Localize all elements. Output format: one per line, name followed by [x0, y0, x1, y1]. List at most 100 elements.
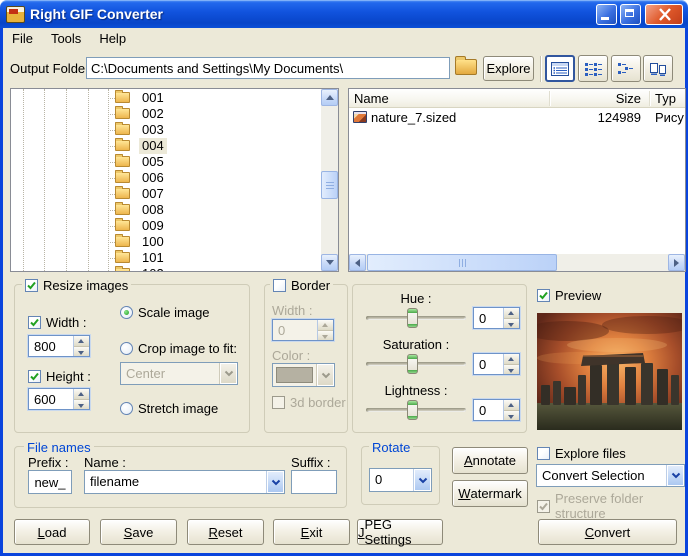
file-size: 124989	[551, 110, 641, 125]
annotate-button[interactable]: Annotate	[452, 447, 528, 474]
menu-help[interactable]: Help	[90, 29, 135, 48]
maximize-icon	[625, 9, 634, 17]
tree-item[interactable]: 008	[11, 202, 321, 218]
name-combo[interactable]: filename	[84, 470, 285, 494]
chevron-down-icon[interactable]	[316, 364, 334, 386]
preview-checkbox[interactable]: Preview	[537, 288, 601, 303]
chevron-down-icon[interactable]	[413, 469, 431, 491]
saturation-slider-thumb[interactable]	[407, 354, 418, 374]
lightness-slider-thumb[interactable]	[407, 400, 418, 420]
tree-item[interactable]: 002	[11, 106, 321, 122]
tree-item[interactable]: 102	[11, 266, 321, 272]
tree-item[interactable]: 003	[11, 122, 321, 138]
minimize-button[interactable]	[596, 4, 617, 25]
border-color-picker[interactable]	[272, 363, 335, 387]
menu-tools[interactable]: Tools	[42, 29, 90, 48]
tree-item[interactable]: 007	[11, 186, 321, 202]
spin-down-button[interactable]	[504, 365, 519, 375]
close-button[interactable]	[645, 4, 683, 25]
reset-button[interactable]: Reset	[187, 519, 264, 545]
convert-mode-combo[interactable]: Convert Selection	[536, 464, 685, 487]
column-header-size[interactable]: Size	[551, 91, 641, 106]
tree-scroll-down-button[interactable]	[321, 254, 338, 271]
view-details-button[interactable]	[545, 55, 575, 82]
convert-button[interactable]: Convert	[538, 519, 677, 545]
border-checkbox[interactable]: Border	[270, 278, 333, 293]
list-scroll-left-button[interactable]	[349, 254, 366, 271]
file-row[interactable]: nature_7.sized 124989 Рису	[349, 108, 685, 126]
width-checkbox[interactable]: Width :	[28, 315, 86, 330]
folder-icon	[115, 140, 130, 151]
menu-file[interactable]: File	[3, 29, 42, 48]
view-list-button[interactable]	[611, 55, 641, 82]
crop-position-combo[interactable]: Center	[120, 362, 238, 385]
prefix-input[interactable]	[28, 470, 72, 494]
spin-up-button[interactable]	[504, 308, 519, 319]
explore-files-checkbox[interactable]: Explore files	[537, 446, 626, 461]
resize-images-checkbox[interactable]: Resize images	[22, 278, 131, 293]
jpeg-settings-button[interactable]: JPEG Settings	[357, 519, 443, 545]
chevron-down-icon[interactable]	[266, 471, 284, 493]
spin-down-button[interactable]	[504, 411, 519, 421]
titlebar[interactable]: Right GIF Converter	[0, 0, 688, 28]
folder-icon	[115, 268, 130, 272]
tree-scroll-thumb[interactable]	[321, 171, 338, 199]
border-width-input[interactable]	[273, 320, 317, 340]
rotate-combo[interactable]: 0	[369, 468, 432, 492]
watermark-button[interactable]: Watermark	[452, 480, 528, 507]
checkbox-unchecked-icon	[537, 447, 550, 460]
load-button[interactable]: Load	[14, 519, 90, 545]
spin-down-button[interactable]	[504, 319, 519, 329]
folder-icon	[115, 220, 130, 231]
chevron-down-icon[interactable]	[666, 465, 684, 486]
scale-image-radio[interactable]: Scale image	[120, 305, 210, 320]
list-scroll-thumb[interactable]	[367, 254, 557, 271]
explore-button[interactable]: Explore	[483, 56, 534, 81]
spin-up-button[interactable]	[74, 389, 89, 400]
spin-up-button[interactable]	[504, 400, 519, 411]
spin-down-button[interactable]	[74, 347, 89, 357]
folder-icon	[115, 108, 130, 119]
width-input[interactable]	[29, 336, 73, 356]
tree-item[interactable]: 101	[11, 250, 321, 266]
chevron-down-icon[interactable]	[219, 363, 237, 384]
details-view-icon	[550, 61, 570, 77]
height-checkbox[interactable]: Height :	[28, 369, 91, 384]
saturation-input[interactable]	[474, 354, 503, 374]
hue-input[interactable]	[474, 308, 503, 328]
output-folder-input[interactable]	[86, 57, 450, 79]
hue-slider-thumb[interactable]	[407, 308, 418, 328]
tree-item-selected[interactable]: 004	[11, 138, 321, 154]
tree-item[interactable]: 005	[11, 154, 321, 170]
suffix-input[interactable]	[291, 470, 337, 494]
lightness-input[interactable]	[474, 400, 503, 420]
saturation-spinner	[473, 353, 520, 375]
save-button[interactable]: Save	[100, 519, 177, 545]
spin-up-button[interactable]	[504, 354, 519, 365]
tree-item[interactable]: 006	[11, 170, 321, 186]
exit-button[interactable]: Exit	[273, 519, 350, 545]
folder-icon	[115, 236, 130, 247]
name-label: Name :	[84, 455, 126, 470]
stretch-image-radio[interactable]: Stretch image	[120, 401, 218, 416]
border-3d-checkbox[interactable]: 3d border	[272, 395, 346, 410]
crop-image-radio[interactable]: Crop image to fit:	[120, 341, 237, 356]
list-scroll-right-button[interactable]	[668, 254, 685, 271]
tree-item[interactable]: 100	[11, 234, 321, 250]
column-header-name[interactable]: Name	[354, 91, 389, 106]
spin-down-button[interactable]	[74, 400, 89, 410]
spin-up-button[interactable]	[318, 320, 333, 331]
spin-up-button[interactable]	[74, 336, 89, 347]
spin-down-button[interactable]	[318, 331, 333, 341]
column-header-type[interactable]: Typ	[655, 91, 676, 106]
browse-folder-button[interactable]	[455, 59, 477, 75]
height-input[interactable]	[29, 389, 73, 409]
suffix-label: Suffix :	[291, 455, 331, 470]
view-report-button[interactable]	[578, 55, 608, 82]
preserve-folder-structure-checkbox[interactable]: Preserve folder structure	[537, 491, 688, 521]
tree-item[interactable]: 009	[11, 218, 321, 234]
tree-scroll-up-button[interactable]	[321, 89, 338, 106]
tree-item[interactable]: 001	[11, 90, 321, 106]
view-thumbnails-button[interactable]	[643, 55, 673, 82]
maximize-button[interactable]	[620, 4, 641, 25]
